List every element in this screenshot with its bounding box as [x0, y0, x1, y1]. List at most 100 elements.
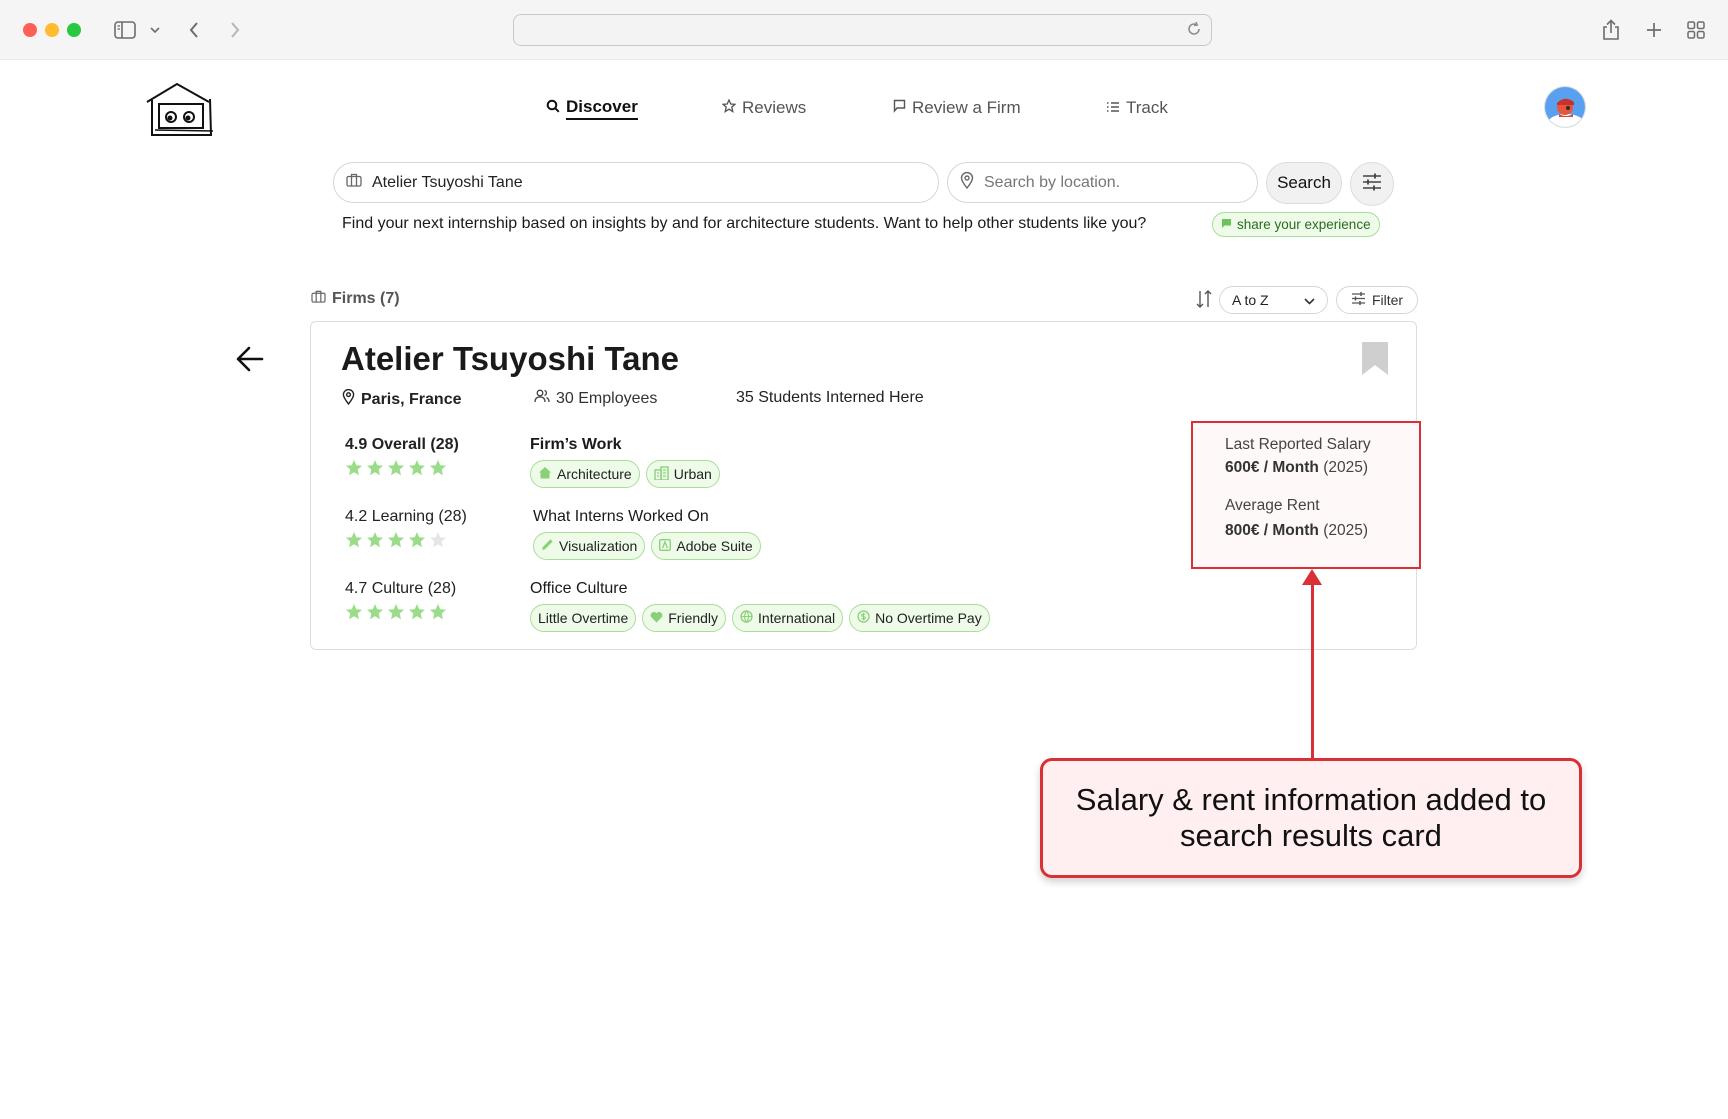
star-filled-icon	[367, 460, 383, 476]
nav-reviews[interactable]: Reviews	[721, 96, 807, 120]
rating-learning: 4.2 Learning (28)	[345, 508, 467, 549]
site-logo[interactable]	[143, 80, 215, 140]
filter-label: Filter	[1371, 292, 1404, 308]
rating-culture: 4.7 Culture (28)	[345, 580, 456, 621]
house-icon	[538, 466, 552, 482]
address-bar[interactable]	[513, 14, 1212, 46]
maximize-window-button[interactable]	[67, 23, 81, 37]
tag-label: Little Overtime	[538, 610, 629, 626]
new-tab-icon[interactable]	[1643, 17, 1665, 43]
rating-overall: 4.9 Overall (28)	[345, 436, 459, 477]
coin-icon	[857, 610, 870, 626]
star-filled-icon	[409, 460, 425, 476]
minimize-window-button[interactable]	[45, 23, 59, 37]
star-filled-icon	[367, 532, 383, 548]
briefcase-icon	[346, 173, 362, 192]
rent-value: 800€ / Month (2025)	[1225, 522, 1419, 540]
search-button[interactable]: Search	[1266, 162, 1342, 204]
briefcase-icon	[311, 290, 326, 308]
bookmark-icon[interactable]	[1362, 342, 1388, 380]
rent-label: Average Rent	[1225, 497, 1320, 514]
close-window-button[interactable]	[23, 23, 37, 37]
rent-year: (2025)	[1323, 522, 1369, 539]
filter-button[interactable]: Filter	[1336, 286, 1418, 314]
browser-toolbar	[0, 0, 1728, 60]
tag-no-overtime-pay[interactable]: No Overtime Pay	[849, 604, 990, 632]
star-filled-icon	[409, 532, 425, 548]
share-experience-label: share your experience	[1237, 217, 1371, 232]
section-title: Firm’s Work	[530, 436, 622, 453]
advanced-filters-button[interactable]	[1350, 162, 1394, 206]
tab-overview-icon[interactable]	[1685, 17, 1707, 43]
tag-architecture[interactable]: Architecture	[530, 460, 640, 488]
tag-label: No Overtime Pay	[875, 610, 982, 626]
share-experience-link[interactable]: share your experience	[1212, 212, 1380, 237]
section-title: Office Culture	[530, 580, 628, 597]
firms-count: Firms (7)	[311, 290, 400, 308]
comment-icon	[893, 98, 906, 118]
heart-icon	[650, 610, 663, 626]
star-empty-icon	[430, 532, 446, 548]
salary-label: Last Reported Salary	[1225, 436, 1371, 453]
tag-little-overtime[interactable]: Little Overtime	[530, 604, 637, 632]
star-rating	[345, 603, 456, 621]
share-icon[interactable]	[1600, 17, 1622, 43]
star-filled-icon	[430, 604, 446, 620]
nav-reviews-label: Reviews	[742, 98, 807, 117]
firm-location-label: Paris, France	[361, 390, 462, 408]
list-icon	[1106, 98, 1120, 118]
tag-label: Visualization	[559, 538, 638, 554]
location-search-placeholder: Search by location.	[984, 173, 1121, 191]
callout-arrow-line	[1311, 572, 1314, 758]
tag-label: Adobe Suite	[676, 538, 753, 554]
tag-adobe-suite[interactable]: Adobe Suite	[651, 532, 761, 560]
reload-icon[interactable]	[1185, 20, 1203, 43]
tag-label: Urban	[673, 466, 712, 482]
star-rating	[345, 531, 467, 549]
users-icon	[534, 389, 550, 408]
tag-friendly[interactable]: Friendly	[642, 604, 727, 632]
sliders-icon	[1351, 292, 1366, 308]
salary-rent-box: Last Reported Salary 600€ / Month (2025)…	[1191, 421, 1421, 569]
star-filled-icon	[388, 604, 404, 620]
nav-discover[interactable]: Discover	[546, 96, 638, 120]
tag-label: Architecture	[557, 466, 632, 482]
star-filled-icon	[409, 604, 425, 620]
forward-icon[interactable]	[226, 17, 244, 43]
star-rating	[345, 459, 459, 477]
salary-value: 600€ / Month (2025)	[1225, 459, 1419, 477]
location-search-input[interactable]: Search by location.	[947, 162, 1258, 203]
rating-learning-label: 4.2 Learning (28)	[345, 508, 467, 525]
firm-employees-label: 30 Employees	[556, 389, 658, 407]
tag-urban[interactable]: Urban	[645, 460, 720, 488]
map-pin-icon	[342, 388, 355, 410]
chevron-down-icon[interactable]	[148, 17, 162, 43]
sort-select[interactable]: A to Z	[1219, 286, 1328, 314]
tag-international[interactable]: International	[732, 604, 844, 632]
star-filled-icon	[430, 460, 446, 476]
nav-discover-label: Discover	[566, 97, 638, 120]
adobe-icon	[659, 538, 672, 554]
globe-icon	[740, 610, 753, 626]
section-title: What Interns Worked On	[533, 508, 709, 525]
callout-text: Salary & rent information added to searc…	[1075, 782, 1547, 853]
rating-overall-label: 4.9 Overall (28)	[345, 436, 459, 453]
firm-name[interactable]: Atelier Tsuyoshi Tane	[341, 340, 679, 378]
sort-icon[interactable]	[1195, 289, 1213, 314]
user-avatar[interactable]	[1544, 86, 1586, 128]
sidebar-toggle-icon[interactable]	[113, 17, 137, 43]
tag-visualization[interactable]: Visualization	[533, 532, 646, 560]
comment-icon	[1221, 217, 1232, 232]
rent-amount: 800€ / Month	[1225, 522, 1319, 539]
back-arrow-icon[interactable]	[235, 344, 265, 374]
nav-review-a-firm[interactable]: Review a Firm	[893, 96, 1021, 120]
star-filled-icon	[346, 604, 362, 620]
star-filled-icon	[388, 460, 404, 476]
firm-search-input[interactable]: Atelier Tsuyoshi Tane	[333, 162, 939, 203]
pencil-icon	[541, 538, 554, 554]
rating-culture-label: 4.7 Culture (28)	[345, 580, 457, 597]
nav-track[interactable]: Track	[1106, 96, 1168, 120]
back-icon[interactable]	[185, 17, 203, 43]
star-filled-icon	[346, 460, 362, 476]
firms-count-label: Firms (7)	[332, 290, 400, 307]
